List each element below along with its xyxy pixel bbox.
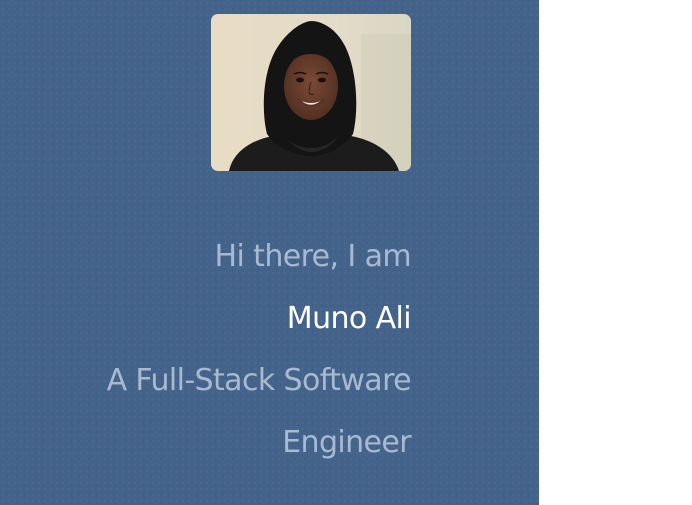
profile-photo-illustration [211,14,411,171]
greeting-text: Hi there, I am [214,239,412,274]
role-line-2: Engineer [282,425,411,460]
profile-name: Muno Ali [286,301,412,336]
main-content-area [539,0,692,505]
page: Hi there, I am Muno Ali A Full-Stack Sof… [0,0,692,505]
profile-sidebar: Hi there, I am Muno Ali A Full-Stack Sof… [0,0,539,505]
intro-text: Hi there, I am Muno Ali A Full-Stack Sof… [31,226,412,474]
profile-photo [211,14,411,171]
role-line-1: A Full-Stack Software [106,363,412,398]
